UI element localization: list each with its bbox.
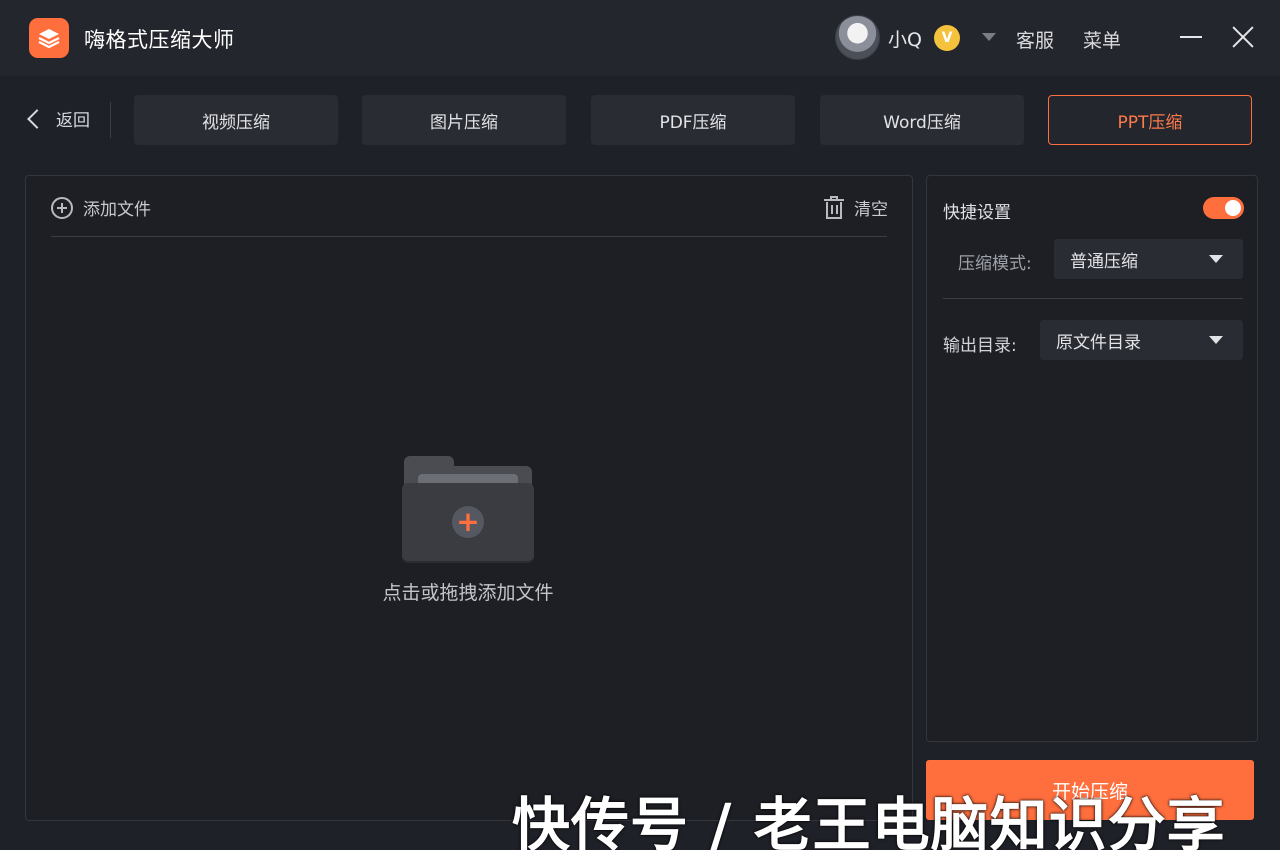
vip-badge-icon: V [934, 25, 960, 51]
trash-icon [824, 195, 844, 219]
settings-panel: 快捷设置 压缩模式: 普通压缩 输出目录: 原文件目录 [926, 175, 1258, 742]
tab-word-compress[interactable]: Word压缩 [820, 95, 1024, 145]
menu-link[interactable]: 菜单 [1083, 26, 1121, 53]
caret-down-icon [1209, 255, 1223, 263]
drop-hint: 点击或拖拽添加文件 [382, 582, 554, 604]
panel-divider [51, 236, 887, 237]
support-link[interactable]: 客服 [1016, 26, 1054, 53]
add-file-button[interactable]: 添加文件 [51, 195, 151, 220]
quick-settings-label: 快捷设置 [943, 203, 1011, 223]
compress-mode-select[interactable]: 普通压缩 [1054, 239, 1243, 279]
back-button[interactable]: 返回 [24, 106, 90, 131]
username[interactable]: 小Q [888, 25, 922, 52]
caret-down-icon [1209, 336, 1223, 344]
quick-settings-toggle[interactable] [1203, 197, 1244, 219]
tab-video-compress[interactable]: 视频压缩 [134, 95, 338, 145]
clear-label: 清空 [854, 200, 888, 220]
clear-button[interactable]: 清空 [824, 195, 888, 220]
tab-pdf-compress[interactable]: PDF压缩 [591, 95, 795, 145]
add-circle-icon [51, 196, 73, 219]
compress-mode-label: 压缩模式: [958, 254, 1032, 274]
output-dir-label: 输出目录: [943, 336, 1017, 356]
compress-mode-value: 普通压缩 [1070, 251, 1138, 272]
nav-divider [110, 102, 111, 138]
settings-divider [943, 298, 1243, 299]
chevron-down-icon[interactable] [982, 33, 996, 41]
app-logo-icon [29, 18, 69, 58]
back-label: 返回 [56, 111, 90, 131]
tab-image-compress[interactable]: 图片压缩 [362, 95, 566, 145]
watermark-text: 快传号 / 老王电脑知识分享 [512, 791, 1226, 850]
minimize-button[interactable] [1180, 36, 1202, 38]
app-title: 嗨格式压缩大师 [84, 28, 235, 52]
output-dir-select[interactable]: 原文件目录 [1040, 320, 1243, 360]
plus-icon: + [452, 506, 484, 538]
chevron-left-icon [27, 108, 47, 129]
tab-ppt-compress[interactable]: PPT压缩 [1048, 95, 1252, 145]
output-dir-value: 原文件目录 [1056, 332, 1141, 353]
close-button[interactable] [1230, 24, 1256, 50]
add-file-label: 添加文件 [83, 200, 151, 220]
file-drop-zone[interactable]: + 点击或拖拽添加文件 [378, 456, 558, 616]
title-bar: 嗨格式压缩大师 小Q V 客服 菜单 [0, 0, 1280, 76]
file-list-panel: 添加文件 清空 + 点击或拖拽添加文件 [25, 175, 913, 821]
avatar[interactable] [835, 15, 880, 60]
